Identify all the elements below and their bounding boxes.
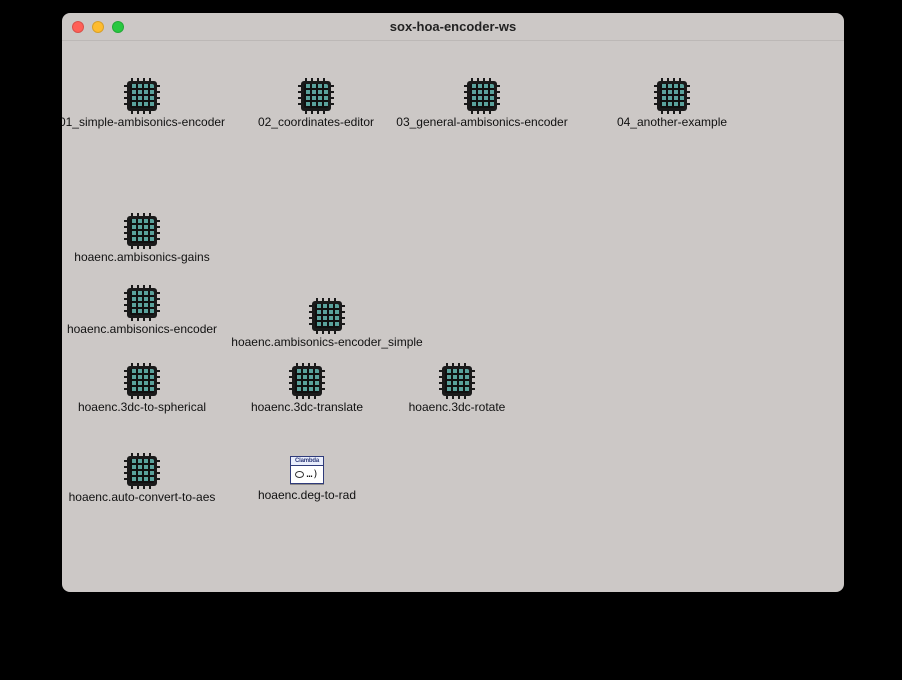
item-label: hoaenc.3dc-translate bbox=[251, 400, 363, 414]
item-label: 02_coordinates-editor bbox=[258, 115, 374, 129]
chip-icon bbox=[292, 366, 322, 396]
chip-icon bbox=[301, 81, 331, 111]
zoom-icon[interactable] bbox=[112, 21, 124, 33]
close-icon[interactable] bbox=[72, 21, 84, 33]
item-label: hoaenc.auto-convert-to-aes bbox=[69, 490, 216, 504]
item-label: 03_general-ambisonics-encoder bbox=[396, 115, 567, 129]
item-02-coords[interactable]: 02_coordinates-editor bbox=[221, 81, 411, 129]
item-03-general[interactable]: 03_general-ambisonics-encoder bbox=[387, 81, 577, 129]
item-label: hoaenc.deg-to-rad bbox=[258, 488, 356, 502]
window-controls bbox=[72, 21, 124, 33]
minimize-icon[interactable] bbox=[92, 21, 104, 33]
chip-icon bbox=[127, 216, 157, 246]
hoaenc-encoder[interactable]: hoaenc.ambisonics-encoder bbox=[62, 288, 237, 336]
hoaenc-gains[interactable]: hoaenc.ambisonics-gains bbox=[62, 216, 237, 264]
item-label: hoaenc.ambisonics-gains bbox=[74, 250, 209, 264]
hoaenc-deg-rad[interactable]: Clambda…) hoaenc.deg-to-rad bbox=[212, 456, 402, 502]
item-01-simple[interactable]: 01_simple-ambisonics-encoder bbox=[62, 81, 237, 129]
chip-icon bbox=[467, 81, 497, 111]
hoaenc-auto-aes[interactable]: hoaenc.auto-convert-to-aes bbox=[62, 456, 237, 504]
item-label: hoaenc.3dc-rotate bbox=[409, 400, 506, 414]
chip-icon bbox=[657, 81, 687, 111]
chip-icon bbox=[127, 81, 157, 111]
window-title: sox-hoa-encoder-ws bbox=[62, 19, 844, 34]
hoaenc-3dc-rot[interactable]: hoaenc.3dc-rotate bbox=[362, 366, 552, 414]
chip-icon bbox=[127, 288, 157, 318]
item-label: hoaenc.3dc-to-spherical bbox=[78, 400, 206, 414]
chip-icon bbox=[127, 456, 157, 486]
hoaenc-3dc-sph[interactable]: hoaenc.3dc-to-spherical bbox=[62, 366, 237, 414]
lambda-icon: Clambda…) bbox=[290, 456, 324, 484]
hoaenc-enc-simp[interactable]: hoaenc.ambisonics-encoder_simple bbox=[232, 301, 422, 349]
chip-icon bbox=[312, 301, 342, 331]
chip-icon bbox=[442, 366, 472, 396]
chip-icon bbox=[127, 366, 157, 396]
app-window: sox-hoa-encoder-ws 01_simple-ambisonics-… bbox=[62, 13, 844, 592]
item-label: hoaenc.ambisonics-encoder_simple bbox=[231, 335, 422, 349]
item-label: hoaenc.ambisonics-encoder bbox=[67, 322, 217, 336]
item-04-another[interactable]: 04_another-example bbox=[577, 81, 767, 129]
titlebar: sox-hoa-encoder-ws bbox=[62, 13, 844, 41]
item-label: 04_another-example bbox=[617, 115, 727, 129]
item-label: 01_simple-ambisonics-encoder bbox=[62, 115, 225, 129]
workspace[interactable]: 01_simple-ambisonics-encoder 02_coordinat… bbox=[62, 41, 844, 592]
